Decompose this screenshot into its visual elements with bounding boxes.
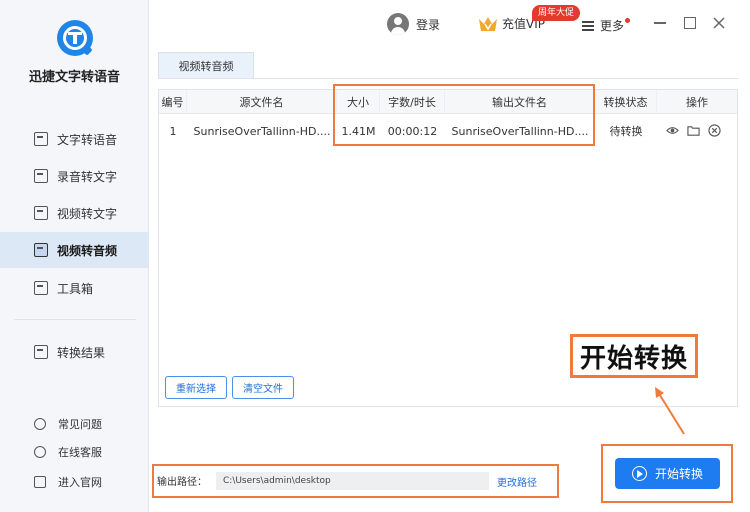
sidebar-item-label: 工具箱 (57, 281, 94, 296)
sidebar-item-label: 视频转音频 (57, 243, 118, 258)
cell-source-file: SunriseOverTallinn-HD.... (193, 124, 331, 138)
cell-status: 待转换 (609, 125, 643, 138)
reselect-button[interactable]: 重新选择 (165, 376, 227, 399)
sidebar-item-label: 视频转文字 (57, 206, 118, 221)
headset-icon (34, 446, 46, 458)
sidebar-item-video-to-text[interactable]: 视频转文字 (0, 195, 149, 231)
more-label: 更多 (600, 19, 625, 33)
close-button[interactable] (711, 15, 727, 31)
clear-files-button[interactable]: 清空文件 (232, 376, 294, 399)
sidebar-item-video-to-audio[interactable]: 视频转音频 (0, 232, 149, 268)
column-header-index: 编号 (159, 90, 187, 114)
monitor-icon (34, 476, 46, 488)
sidebar-item-results[interactable]: 转换结果 (0, 334, 149, 370)
preview-eye-icon[interactable] (666, 124, 679, 137)
sidebar-link-label: 进入官网 (58, 476, 102, 489)
sidebar-link-label: 常见问题 (58, 418, 102, 431)
user-avatar-icon (387, 13, 409, 35)
text-doc-icon (34, 132, 48, 146)
sidebar-item-text-to-speech[interactable]: 文字转语音 (0, 121, 149, 157)
maximize-button[interactable] (682, 15, 698, 31)
annotation-arrow-icon (655, 387, 685, 435)
notification-dot (625, 18, 630, 23)
app-logo-icon (57, 20, 93, 56)
sidebar-link-label: 在线客服 (58, 446, 102, 459)
tab-divider (158, 78, 738, 79)
sidebar-link-faq[interactable]: 常见问题 (0, 412, 149, 436)
toolbox-icon (34, 281, 48, 295)
sidebar-item-recording-to-text[interactable]: 录音转文字 (0, 158, 149, 194)
folder-icon[interactable] (687, 124, 700, 137)
result-icon (34, 345, 48, 359)
video-audio-icon (34, 243, 48, 257)
menu-icon (582, 20, 594, 31)
help-icon (34, 418, 46, 430)
more-menu-button[interactable]: 更多 (582, 17, 624, 34)
app-name: 迅捷文字转语音 (28, 70, 120, 85)
sidebar-divider (14, 319, 136, 320)
sidebar-link-website[interactable]: 进入官网 (0, 470, 149, 494)
annotation-highlight-file-info (333, 84, 595, 146)
maximize-icon (684, 17, 696, 29)
minimize-button[interactable] (652, 15, 668, 31)
column-header-source: 源文件名 (187, 90, 337, 114)
delete-circle-icon[interactable] (708, 124, 721, 137)
sidebar-item-toolbox[interactable]: 工具箱 (0, 270, 149, 306)
close-icon (713, 17, 725, 29)
sidebar-item-label: 转换结果 (57, 345, 106, 360)
sidebar: 迅捷文字转语音 文字转语音 录音转文字 视频转文字 视频转音频 工具箱 转换结果… (0, 0, 149, 512)
tab-video-to-audio[interactable]: 视频转音频 (158, 52, 254, 78)
annotation-highlight-output-path (152, 464, 559, 498)
sidebar-link-support[interactable]: 在线客服 (0, 440, 149, 464)
column-header-actions: 操作 (686, 96, 708, 109)
annotation-highlight-start-button (601, 444, 733, 503)
video-text-icon (34, 206, 48, 220)
crown-icon (479, 16, 497, 31)
column-header-status: 转换状态 (595, 90, 657, 114)
promo-badge: 周年大促 (532, 5, 580, 21)
annotation-callout: 开始转换 (570, 334, 698, 378)
recording-icon (34, 169, 48, 183)
sidebar-item-label: 录音转文字 (57, 169, 118, 184)
minimize-icon (654, 22, 666, 24)
sidebar-item-label: 文字转语音 (57, 132, 118, 147)
login-button[interactable]: 登录 (387, 13, 440, 35)
cell-index: 1 (169, 124, 177, 138)
login-label: 登录 (416, 17, 441, 32)
